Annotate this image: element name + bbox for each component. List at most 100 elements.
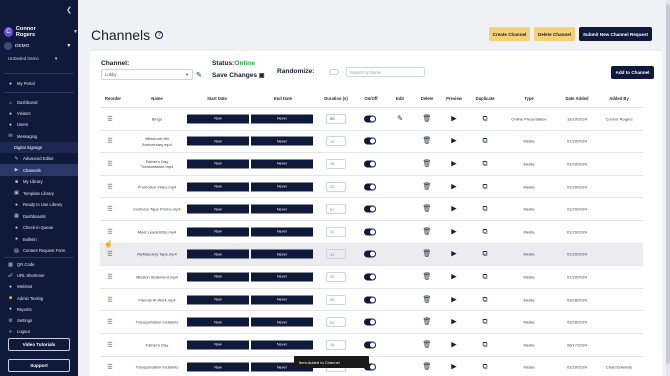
play-icon[interactable]: ▶ xyxy=(451,228,456,235)
sidebar-item-url-shortener[interactable]: ☍ URL Shortener xyxy=(0,270,78,281)
start-date-field[interactable]: Now xyxy=(187,136,249,146)
save-changes-button[interactable]: Save Changes ▣ xyxy=(212,72,265,79)
start-date-field[interactable]: Now xyxy=(187,362,249,372)
sidebar-item-messaging[interactable]: ✉ Messaging xyxy=(0,131,78,142)
reorder-handle-icon[interactable]: ☰ xyxy=(107,364,112,371)
on-off-toggle[interactable] xyxy=(364,115,376,123)
randomize-toggle[interactable] xyxy=(329,69,339,75)
sidebar-item-visitors[interactable]: ● Visitors xyxy=(0,108,78,119)
duplicate-icon[interactable]: ⧉ xyxy=(483,115,488,122)
duration-input[interactable]: 57 xyxy=(326,204,346,215)
on-off-toggle[interactable] xyxy=(364,273,376,281)
trash-icon[interactable]: 🗑 xyxy=(423,115,432,122)
play-icon[interactable]: ▶ xyxy=(451,138,456,145)
table-row[interactable]: ☰ Ironforce Tape Promo.mp4 Now Never 57 🗑 ▶ ⧉ Me… xyxy=(100,197,643,220)
sidebar-item-dashboards[interactable]: ▦ Dashboards xyxy=(0,210,78,222)
play-icon[interactable]: ▶ xyxy=(451,296,456,303)
duration-input[interactable]: 20 xyxy=(326,181,346,192)
sidebar-item-my-portal[interactable]: ● My Portal xyxy=(0,78,78,89)
duration-input[interactable]: 50 xyxy=(326,317,346,328)
on-off-toggle[interactable] xyxy=(364,137,376,145)
duplicate-icon[interactable]: ⧉ xyxy=(483,138,488,145)
duration-input[interactable]: 15 xyxy=(326,158,346,169)
table-row[interactable]: ☰ Meet Leadership.mp4 Now Never 31 🗑 ▶ ⧉ Media 01… xyxy=(100,220,643,243)
reorder-handle-icon[interactable]: ☰ xyxy=(107,183,112,190)
table-row[interactable]: ☰ Father's Day Transmission.mp4 Now Never 15… xyxy=(100,152,643,175)
table-row[interactable]: ☰ MyMaudery Tape.mp4 Now Never 31 🗑 ▶ ⧉ Media 01/… xyxy=(100,242,643,266)
duplicate-icon[interactable]: ⧉ xyxy=(483,273,488,280)
channel-select[interactable]: Lobby ▼ xyxy=(101,69,193,80)
delete-channel-button[interactable]: Delete Channel xyxy=(534,27,575,41)
reorder-handle-icon[interactable]: ☰ xyxy=(107,228,112,235)
start-date-field[interactable]: Now xyxy=(187,204,249,214)
end-date-field[interactable]: Never xyxy=(251,114,313,124)
duplicate-icon[interactable]: ⧉ xyxy=(483,206,488,213)
on-off-toggle[interactable] xyxy=(364,228,376,236)
table-row[interactable]: ☰ Bingo Now Never 20 ✎ 🗑 ▶ ⧉ Online Presentation 1… xyxy=(100,107,643,130)
duplicate-icon[interactable]: ⧉ xyxy=(483,251,488,258)
create-channel-button[interactable]: Create Channel xyxy=(489,27,530,41)
trash-icon[interactable]: 🗑 xyxy=(423,251,432,258)
end-date-field[interactable]: Never xyxy=(251,340,313,350)
on-off-toggle[interactable] xyxy=(364,250,376,258)
end-date-field[interactable]: Never xyxy=(251,159,313,169)
table-row[interactable]: ☰ Transportation Incidents Now Never 🗑 ▶ ⧉ Medi… xyxy=(100,355,643,376)
sidebar-item-admin-texting[interactable]: ■ Admin Texting xyxy=(0,293,78,304)
end-date-field[interactable]: Never xyxy=(251,249,313,259)
play-icon[interactable]: ▶ xyxy=(451,341,456,348)
reorder-handle-icon[interactable]: ☰ xyxy=(107,115,112,122)
reorder-handle-icon[interactable]: ☰ xyxy=(107,206,112,213)
duration-input[interactable]: 15 xyxy=(326,136,346,147)
start-date-field[interactable]: Now xyxy=(187,159,249,169)
duplicate-icon[interactable]: ⧉ xyxy=(483,319,488,326)
end-date-field[interactable]: Never xyxy=(251,227,313,237)
sidebar-item-webhat[interactable]: ● WebHat xyxy=(0,281,78,292)
end-date-field[interactable]: Never xyxy=(251,317,313,327)
sidebar-item-content-request-form[interactable]: ▤ Content Request Form xyxy=(0,245,78,257)
trash-icon[interactable]: 🗑 xyxy=(423,319,432,326)
trash-icon[interactable]: 🗑 xyxy=(423,341,432,348)
play-icon[interactable]: ▶ xyxy=(451,364,456,371)
start-date-field[interactable]: Now xyxy=(187,340,249,350)
play-icon[interactable]: ▶ xyxy=(451,160,456,167)
duration-input[interactable]: 31 xyxy=(326,226,346,237)
sub-org-selector[interactable]: UnDeded Demo ▼ xyxy=(8,56,58,61)
start-date-field[interactable]: Now xyxy=(187,272,249,282)
sidebar-item-settings[interactable]: ⚙ Settings xyxy=(0,315,78,326)
table-row[interactable]: ☰ Father's Day Now Never 15 🗑 ▶ ⧉ Media 06/17/202… xyxy=(100,333,643,356)
support-button[interactable]: Support xyxy=(8,359,70,372)
sidebar-item-users[interactable]: ● Users xyxy=(0,119,78,130)
play-icon[interactable]: ▶ xyxy=(451,183,456,190)
reorder-handle-icon[interactable]: ☰ xyxy=(107,341,112,348)
end-date-field[interactable]: Never xyxy=(251,295,313,305)
duration-input[interactable]: 50 xyxy=(326,294,346,305)
duration-input[interactable]: 15 xyxy=(326,339,346,350)
trash-icon[interactable]: 🗑 xyxy=(423,138,432,145)
reorder-handle-icon[interactable]: ☰ xyxy=(107,273,112,280)
submit-channel-request-button[interactable]: Submit New Channel Request xyxy=(579,27,652,41)
on-off-toggle[interactable] xyxy=(364,183,376,191)
table-row[interactable]: ☰ Promotion Video.mp4 Now Never 20 🗑 ▶ ⧉ Media 01… xyxy=(100,174,643,198)
end-date-field[interactable]: Never xyxy=(251,204,313,214)
on-off-toggle[interactable] xyxy=(364,205,376,213)
on-off-toggle[interactable] xyxy=(364,296,376,304)
table-row[interactable]: ☰ Mission Statement.mp4 Now Never 30 🗑 ▶ ⧉ Media… xyxy=(100,265,643,288)
sidebar-section-digital-signage[interactable]: Digital Signage xyxy=(0,141,78,153)
sidebar-item-logout[interactable]: ➤ Logout xyxy=(0,326,78,337)
add-to-channel-button[interactable]: Add to Channel xyxy=(611,66,654,79)
end-date-field[interactable]: Never xyxy=(251,272,313,282)
trash-icon[interactable]: 🗑 xyxy=(423,160,432,167)
reorder-handle-icon[interactable]: ☰ xyxy=(107,319,112,326)
sidebar-item-bulletin[interactable]: ● Bulletin xyxy=(0,233,78,245)
trash-icon[interactable]: 🗑 xyxy=(423,228,432,235)
table-row[interactable]: ☰ Milestone 5th Anniversary.mp4 Now Never 15… xyxy=(100,129,643,153)
end-date-field[interactable]: Never xyxy=(251,136,313,146)
duplicate-icon[interactable]: ⧉ xyxy=(483,341,488,348)
start-date-field[interactable]: Now xyxy=(187,114,249,124)
duration-input[interactable]: 31 xyxy=(326,249,346,260)
user-menu[interactable]: C Connor Rogers ▼ xyxy=(4,26,78,38)
end-date-field[interactable]: Never xyxy=(251,182,313,192)
table-row[interactable]: ☰ Friends At Work.mp4 Now Never 50 🗑 ▶ ⧉ Media 03… xyxy=(100,287,643,311)
collapse-sidebar-icon[interactable]: ❮ xyxy=(66,6,72,14)
help-icon[interactable]: ? xyxy=(155,31,164,39)
